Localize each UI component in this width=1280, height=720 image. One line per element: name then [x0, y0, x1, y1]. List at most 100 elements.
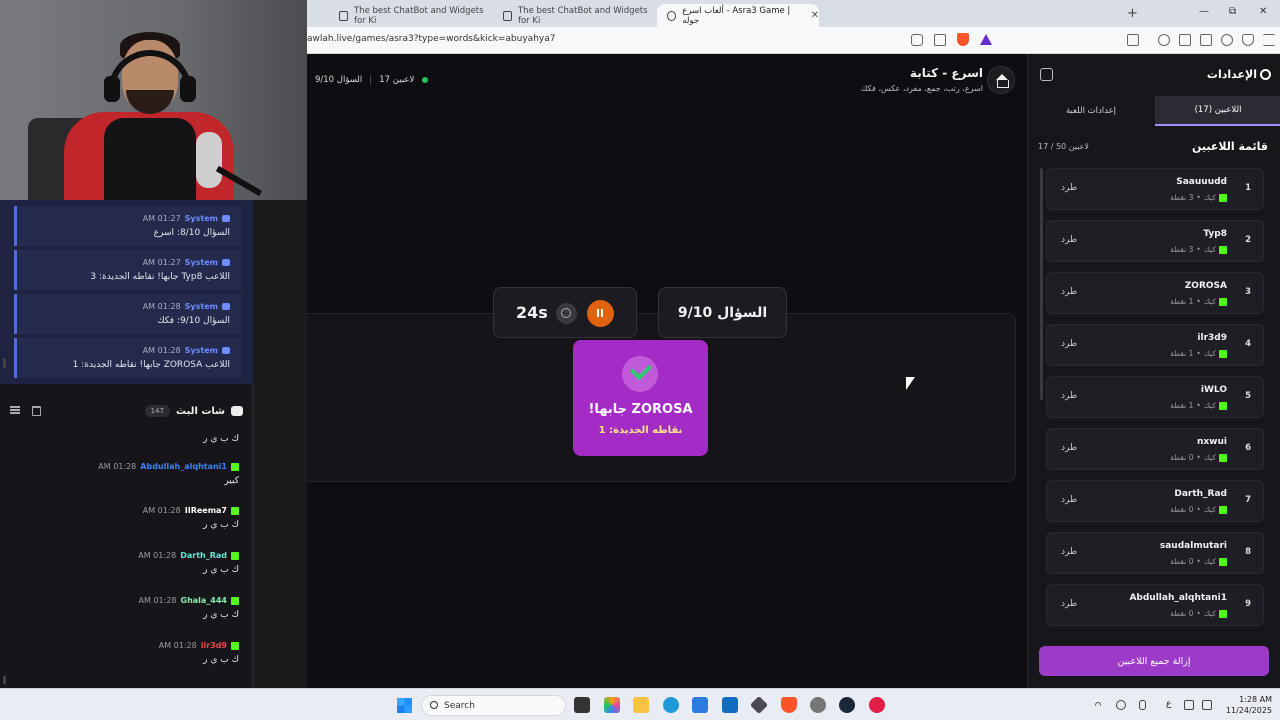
player-row: 7 Darth_Rad كيك • 0 نقطة طرد [1046, 480, 1264, 522]
kick-player-button[interactable]: طرد [1061, 287, 1077, 297]
kick-player-button[interactable]: طرد [1061, 495, 1077, 505]
separator-dot: • [1196, 453, 1201, 462]
leo-ai-icon[interactable] [1221, 34, 1233, 46]
chat-username[interactable]: Ghala_444 [181, 596, 228, 605]
media-icon[interactable] [1158, 34, 1170, 46]
message-time: 01:28 AM [158, 641, 197, 650]
player-platform: كيك [1203, 349, 1216, 358]
player-rank: 6 [1245, 443, 1251, 453]
list-icon[interactable] [10, 406, 20, 414]
tab-title: The best ChatBot and Widgets for Ki [353, 5, 484, 26]
app-notification-icon[interactable] [869, 697, 885, 713]
brave-icon[interactable] [781, 697, 797, 713]
minimize-button[interactable]: — [1199, 6, 1209, 17]
player-row: 4 ilr3d9 كيك • 1 نقطة طرد [1046, 324, 1264, 366]
network-tray-icon[interactable] [1116, 700, 1126, 710]
wifi-icon[interactable] [1184, 700, 1194, 710]
outlook-icon[interactable] [722, 697, 738, 713]
chat-username[interactable]: IIReema7 [185, 506, 227, 515]
headset-ear-left [104, 76, 120, 102]
store-icon[interactable] [692, 697, 708, 713]
kick-player-button[interactable]: طرد [1061, 443, 1077, 453]
player-platform: كيك [1203, 193, 1216, 202]
steam-icon[interactable] [839, 697, 855, 713]
separator-dot: • [1196, 245, 1201, 254]
reader-mode-icon[interactable] [1127, 34, 1139, 46]
task-view-icon[interactable] [574, 697, 590, 713]
language-indicator[interactable]: ع [1166, 699, 1171, 709]
taskbar-search-box[interactable]: Search [421, 695, 566, 716]
brave-rewards-icon[interactable] [980, 34, 992, 45]
app-icon[interactable] [749, 695, 769, 715]
restore-button[interactable]: ⧉ [1229, 6, 1236, 17]
clock-time: 1:28 AM [1239, 695, 1272, 704]
separator-dot: • [1196, 505, 1201, 514]
chat-message: ilr3d9 01:28 AM ك ب ي ر [19, 641, 239, 665]
stream-chat-header: شات البث 147 [0, 396, 253, 426]
system-sender: System [184, 258, 218, 267]
player-rank: 4 [1245, 339, 1251, 349]
kick-player-button[interactable]: طرد [1061, 391, 1077, 401]
brave-shield-icon[interactable] [957, 33, 969, 46]
chevron-up-icon[interactable] [1093, 700, 1103, 710]
tab-game-settings[interactable]: إعدادات اللعبة [1028, 96, 1154, 126]
file-explorer-icon[interactable] [633, 697, 649, 713]
chat-bubble-icon [222, 259, 230, 266]
kick-player-button[interactable]: طرد [1061, 599, 1077, 609]
windows-start-icon[interactable] [397, 698, 412, 713]
copilot-icon[interactable] [604, 697, 620, 713]
obs-icon[interactable] [810, 697, 826, 713]
player-points: 0 نقطة [1170, 505, 1194, 514]
windows-taskbar: Search ع 1:28 AM 11/24/2025 [0, 688, 1280, 720]
home-icon[interactable] [987, 66, 1015, 94]
edge-icon[interactable] [663, 697, 679, 713]
new-tab-button[interactable]: + [1127, 6, 1138, 21]
system-clock[interactable]: 1:28 AM 11/24/2025 [1222, 694, 1272, 716]
chat-username[interactable]: Abdullah_alqhtani1 [140, 462, 227, 471]
system-sender: System [184, 302, 218, 311]
volume-icon[interactable] [1202, 700, 1212, 710]
pause-button[interactable] [587, 300, 614, 327]
player-name: Darth_Rad [1174, 489, 1227, 499]
microphone-tray-icon[interactable] [1139, 700, 1146, 710]
url-field[interactable]: awlah.live/games/asra3?type=words&kick=a… [307, 34, 555, 44]
browser-tab[interactable]: The best ChatBot and Widgets for Ki [493, 4, 653, 27]
tab-players[interactable]: اللاعبين (17) [1155, 96, 1280, 126]
chat-username[interactable]: Darth_Rad [180, 551, 227, 560]
message-time: 01:28 AM [142, 346, 181, 355]
system-messages-list[interactable]: System 01:27 AM السؤال 8/10: اسرع System 0… [0, 200, 253, 384]
separator-dot: • [1196, 297, 1201, 306]
sidebar-icon[interactable] [1179, 34, 1191, 46]
kick-player-button[interactable]: طرد [1061, 235, 1077, 245]
chat-message: Darth_Rad 01:28 AM ك ب ي ر [19, 551, 239, 575]
close-window-button[interactable]: ✕ [1259, 6, 1267, 17]
scrollbar-thumb[interactable] [3, 358, 6, 368]
message-time: 01:27 AM [142, 214, 181, 223]
remove-all-players-button[interactable]: إزالة جميع اللاعبين [1039, 646, 1269, 676]
kick-player-button[interactable]: طرد [1061, 547, 1077, 557]
stream-chat-messages[interactable]: ك ب ي ر Abdullah_alqhtani1 01:28 AM كبير … [0, 426, 253, 688]
translate-icon[interactable] [911, 34, 923, 46]
settings-tabs: اللاعبين (17) إعدادات اللعبة [1028, 96, 1280, 126]
game-area: اسرع - كتابة اسرع، رتب، جمع، مفرد، عكس، … [307, 54, 1027, 688]
trash-icon[interactable] [32, 406, 41, 416]
separator-dot: • [1196, 401, 1201, 410]
player-platform: كيك [1203, 557, 1216, 566]
browser-tab-active[interactable]: ألعاب اسرع - Asra3 Game | جوله ✕ [657, 4, 819, 27]
players-list[interactable]: 1 Saauuudd كيك • 3 نقطة طرد 2 Typ8 كيك • 3 ن… [1028, 168, 1280, 632]
collapse-panel-icon[interactable] [1040, 68, 1053, 81]
scrollbar-thumb[interactable] [3, 676, 6, 684]
wallet-icon[interactable] [1200, 34, 1212, 46]
kick-icon [1219, 505, 1227, 514]
menu-icon[interactable] [1263, 34, 1275, 46]
browser-tab[interactable]: The best ChatBot and Widgets for Ki [329, 4, 489, 27]
share-icon[interactable] [934, 34, 946, 46]
system-message-text: اللاعب ZOROSA جابها! نقاطه الجديدة: 1 [72, 360, 230, 370]
kick-player-button[interactable]: طرد [1061, 339, 1077, 349]
settings-title: الإعدادات [1206, 68, 1257, 81]
kick-player-button[interactable]: طرد [1061, 183, 1077, 193]
close-tab-icon[interactable]: ✕ [811, 10, 819, 21]
chat-username[interactable]: ilr3d9 [201, 641, 227, 650]
vpn-icon[interactable] [1242, 34, 1254, 46]
stream-chat-panel: System 01:27 AM السؤال 8/10: اسرع System 0… [0, 200, 253, 688]
